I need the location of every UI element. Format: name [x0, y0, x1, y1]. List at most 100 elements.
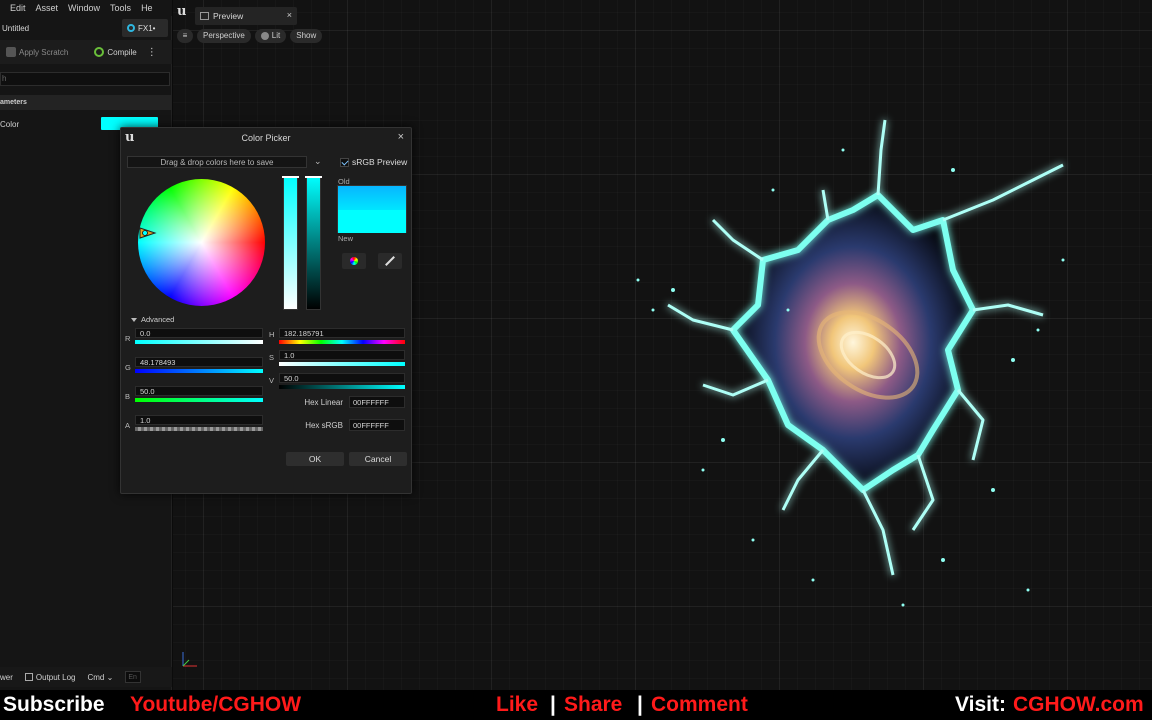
- channel-v-input[interactable]: 50.0: [279, 373, 405, 383]
- channel-a-input[interactable]: 1.0: [135, 415, 263, 425]
- channel-r-slider[interactable]: [135, 340, 263, 344]
- lit-button[interactable]: Lit: [254, 29, 287, 43]
- editor-toolbar: Apply Scratch Compile ⋮: [0, 40, 172, 64]
- apply-scratch-label: Apply Scratch: [19, 47, 69, 57]
- srgb-preview-checkbox[interactable]: sRGB Preview: [340, 157, 407, 167]
- chevron-down-icon: ⌄: [106, 672, 114, 682]
- color-wheel-selector-icon[interactable]: [139, 226, 157, 240]
- viewport-controls: ≡ Perspective Lit Show: [177, 28, 323, 44]
- new-color-swatch: [338, 210, 406, 233]
- new-color-label: New: [338, 234, 354, 243]
- channel-g-input[interactable]: 48.178493: [135, 357, 263, 367]
- channel-a-slider[interactable]: [135, 427, 263, 431]
- content-browser-tab[interactable]: wer: [0, 673, 13, 682]
- channel-r-label: R: [125, 334, 131, 343]
- old-color-swatch: [338, 186, 406, 210]
- compile-label: Compile: [107, 47, 137, 57]
- tab-preview[interactable]: Preview ×: [195, 7, 297, 25]
- close-icon[interactable]: ×: [398, 131, 404, 143]
- color-parameter-label: Color: [0, 119, 20, 129]
- menu-asset[interactable]: Asset: [36, 3, 59, 13]
- scratch-icon: [6, 47, 16, 57]
- old-new-color-preview: [337, 185, 407, 233]
- color-swatch-dropzone[interactable]: Drag & drop colors here to save: [127, 156, 307, 168]
- show-button[interactable]: Show: [290, 29, 323, 43]
- hamburger-icon: ≡: [182, 31, 188, 40]
- youtube-text: Youtube/CGHOW: [130, 693, 302, 716]
- channel-g-label: G: [125, 363, 131, 372]
- color-wheel[interactable]: [138, 179, 265, 306]
- cmd-dropdown[interactable]: Cmd ⌄: [87, 673, 113, 682]
- color-wheel-mode-button[interactable]: [342, 253, 366, 269]
- menu-tools[interactable]: Tools: [110, 3, 131, 13]
- hex-linear-input[interactable]: 00FFFFFF: [349, 396, 405, 408]
- srgb-preview-label: sRGB Preview: [352, 157, 408, 167]
- hex-srgb-input[interactable]: 00FFFFFF: [349, 419, 405, 431]
- saturation-slider[interactable]: [282, 176, 299, 310]
- separator: |: [550, 693, 556, 716]
- cmd-label: Cmd: [87, 672, 105, 682]
- output-log-tab[interactable]: Output Log: [24, 672, 76, 682]
- color-picker-title: Color Picker: [241, 133, 291, 143]
- apply-scratch-button[interactable]: Apply Scratch: [0, 47, 74, 57]
- asset-tabs: Untitled FX1•: [0, 18, 172, 38]
- share-text: Share: [564, 693, 623, 716]
- channel-r-input[interactable]: 0.0: [135, 328, 263, 338]
- channel-h-slider[interactable]: [279, 340, 405, 344]
- channel-g-slider[interactable]: [135, 369, 263, 373]
- slider-handle[interactable]: [282, 176, 299, 178]
- viewport-tab-bar: u Preview ×: [173, 0, 1152, 28]
- hex-linear-label: Hex Linear: [304, 398, 343, 407]
- ok-button[interactable]: OK: [286, 452, 344, 466]
- user-parameters-header[interactable]: ameters: [0, 95, 172, 110]
- advanced-section-toggle[interactable]: Advanced: [131, 315, 174, 324]
- expand-arrow-icon: [131, 318, 137, 323]
- close-icon[interactable]: ×: [287, 10, 292, 20]
- lit-label: Lit: [271, 31, 281, 40]
- viewport-icon: [200, 12, 209, 20]
- channel-s-slider[interactable]: [279, 362, 405, 366]
- chevron-down-icon[interactable]: ⌄: [314, 156, 322, 167]
- subscribe-text: Subscribe: [3, 693, 105, 716]
- tab-fx1[interactable]: FX1•: [122, 19, 168, 37]
- value-slider[interactable]: [305, 176, 322, 310]
- channel-s-input[interactable]: 1.0: [279, 350, 405, 360]
- console-input-text: En: [128, 674, 137, 681]
- output-log-icon: [24, 673, 33, 682]
- checkbox-checked-icon: [340, 157, 349, 167]
- menu-window[interactable]: Window: [68, 3, 100, 13]
- bottom-status-bar: wer Output Log Cmd ⌄ En: [0, 667, 172, 687]
- slider-handle[interactable]: [305, 176, 322, 178]
- tab-preview-label: Preview: [213, 11, 244, 21]
- perspective-button[interactable]: Perspective: [197, 29, 251, 43]
- channel-b-label: B: [125, 392, 131, 401]
- axis-gizmo-icon: [182, 652, 197, 667]
- channel-v-label: V: [269, 376, 275, 385]
- output-log-label: Output Log: [35, 672, 76, 682]
- promo-banner: Subscribe Youtube/CGHOW Like | Share | C…: [0, 690, 1152, 720]
- console-input[interactable]: En: [125, 671, 142, 683]
- compile-button[interactable]: Compile: [88, 47, 142, 57]
- tab-fx1-label: FX1•: [138, 23, 156, 33]
- menu-bar: Edit Asset Window Tools He: [0, 0, 172, 16]
- more-options-icon[interactable]: ⋮: [147, 47, 157, 58]
- color-picker-dialog: u Color Picker × Drag & drop colors here…: [120, 127, 412, 494]
- channel-h-label: H: [269, 330, 275, 339]
- menu-edit[interactable]: Edit: [10, 3, 26, 13]
- channel-v-slider[interactable]: [279, 385, 405, 389]
- cancel-button[interactable]: Cancel: [349, 452, 407, 466]
- channel-b-slider[interactable]: [135, 398, 263, 402]
- compile-icon: [94, 47, 105, 57]
- parameters-search-input[interactable]: h: [0, 72, 170, 86]
- channel-s-label: S: [269, 353, 275, 362]
- menu-help[interactable]: He: [141, 3, 153, 13]
- viewport-menu-button[interactable]: ≡: [177, 29, 193, 43]
- niagara-system-icon: [127, 24, 135, 32]
- hex-srgb-label: Hex sRGB: [305, 421, 343, 430]
- eyedropper-button[interactable]: [378, 253, 402, 269]
- channel-h-input[interactable]: 182.185791: [279, 328, 405, 338]
- advanced-label: Advanced: [141, 315, 175, 324]
- channel-b-input[interactable]: 50.0: [135, 386, 263, 396]
- tab-untitled[interactable]: Untitled: [0, 24, 29, 33]
- lit-icon: [260, 32, 269, 40]
